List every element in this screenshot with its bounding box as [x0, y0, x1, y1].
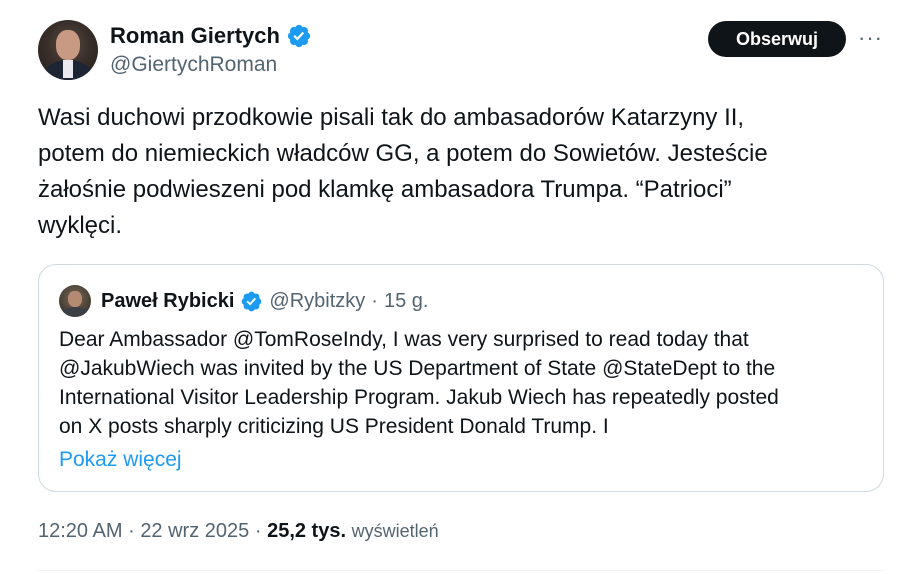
quoted-line: @JakubWiech was invited by the US Depart…: [59, 357, 776, 380]
divider: [38, 570, 884, 571]
quoted-tweet-card[interactable]: Paweł Rybicki @Rybitzky · 15 g. Dear Amb…: [38, 264, 884, 492]
follow-button[interactable]: Obserwuj: [708, 21, 846, 57]
meta-separator: ·: [371, 290, 378, 312]
quoted-author-handle[interactable]: @Rybitzky: [269, 287, 365, 315]
avatar-shirt: [63, 60, 73, 78]
quoted-author-avatar[interactable]: [59, 285, 91, 317]
verified-badge-icon: [242, 291, 262, 311]
avatar-face: [56, 30, 80, 60]
author-handle[interactable]: @GiertychRoman: [110, 52, 277, 78]
footer-separator: ·: [128, 520, 135, 542]
verified-badge-icon: [287, 24, 311, 48]
quoted-line: International Visitor Leadership Program…: [59, 386, 779, 409]
author-name-row[interactable]: Roman Giertych: [110, 22, 312, 50]
tweet-time[interactable]: 12:20 AM: [38, 520, 123, 542]
quoted-author-name[interactable]: Paweł Rybicki: [101, 287, 234, 315]
tweet-date[interactable]: 22 wrz 2025: [140, 520, 249, 542]
avatar-face: [68, 291, 82, 307]
views-count: 25,2 tys.: [267, 520, 347, 542]
author-name[interactable]: Roman Giertych: [110, 22, 280, 50]
tweet-line: żałośnie podwieszeni pod klamkę ambasado…: [38, 176, 732, 203]
tweet-line: Wasi duchowi przodkowie pisali tak do am…: [38, 104, 745, 131]
quoted-tweet-header: Paweł Rybicki @Rybitzky · 15 g.: [101, 287, 428, 315]
more-options-icon[interactable]: ···: [858, 27, 883, 49]
tweet-footer: 12:20 AM · 22 wrz 2025 · 25,2 tys. wyświ…: [38, 517, 439, 545]
views-label: wyświetleń: [351, 521, 439, 541]
quoted-line: on X posts sharply criticizing US Presid…: [59, 415, 609, 438]
tweet-line: wyklęci.: [38, 212, 123, 239]
quoted-tweet-text: Dear Ambassador @TomRoseIndy, I was very…: [59, 325, 869, 441]
author-avatar[interactable]: [38, 20, 98, 80]
avatar-body: [62, 307, 88, 317]
show-more-link[interactable]: Pokaż więcej: [59, 445, 182, 474]
tweet-text: Wasi duchowi przodkowie pisali tak do am…: [38, 100, 868, 244]
footer-separator: ·: [254, 520, 262, 542]
quoted-tweet-time[interactable]: 15 g.: [384, 287, 428, 315]
quoted-line: Dear Ambassador @TomRoseIndy, I was very…: [59, 328, 749, 351]
tweet-line: potem do niemieckich władców GG, a potem…: [38, 140, 768, 167]
